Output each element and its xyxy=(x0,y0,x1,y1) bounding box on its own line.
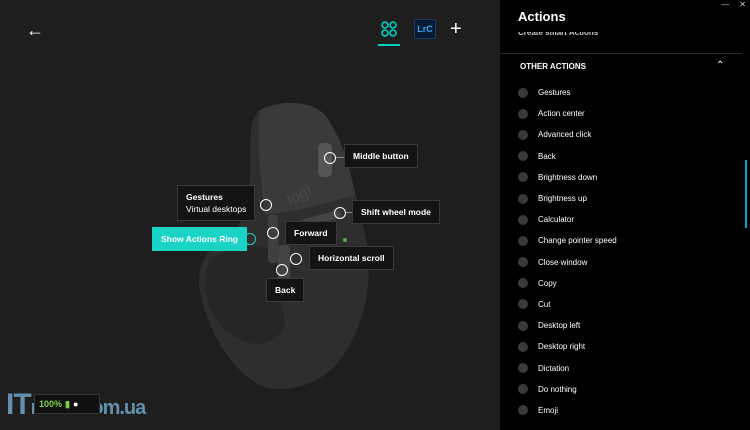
divider xyxy=(500,53,742,54)
back-hotspot[interactable] xyxy=(276,264,288,276)
battery-icon: ▮ xyxy=(65,398,70,409)
action-item[interactable]: Advanced click xyxy=(518,124,738,145)
action-label: Change pointer speed xyxy=(538,236,617,246)
action-label: Cut xyxy=(538,299,551,309)
add-app-icon[interactable]: + xyxy=(450,19,462,39)
radio-dot-icon xyxy=(518,278,528,289)
lightroom-app-button[interactable]: LrC xyxy=(414,19,436,39)
actions-panel: — ✕ Actions Create smart Actions OTHER A… xyxy=(500,0,750,430)
radio-dot-icon xyxy=(518,129,528,140)
close-icon[interactable]: ✕ xyxy=(739,0,746,9)
radio-dot-icon xyxy=(518,384,528,395)
radio-dot-icon xyxy=(518,299,528,310)
radio-dot-icon xyxy=(518,193,528,204)
action-item[interactable]: Cut xyxy=(518,294,738,315)
battery-percent: 100% xyxy=(39,399,63,409)
action-item[interactable]: Desktop right xyxy=(518,336,738,357)
middle-button-label[interactable]: Middle button xyxy=(344,144,418,168)
radio-dot-icon xyxy=(518,320,528,331)
action-label: Advanced click xyxy=(538,130,592,140)
device-canvas: ← LrC + logi Middle button Gestures Virt… xyxy=(0,0,500,430)
connector-line xyxy=(336,157,344,158)
scrollbar[interactable] xyxy=(745,160,747,228)
action-item[interactable]: Action center xyxy=(518,103,738,124)
gestures-hotspot[interactable] xyxy=(260,199,272,211)
minimize-icon[interactable]: — xyxy=(721,0,729,9)
radio-dot-icon xyxy=(518,257,528,268)
action-item[interactable]: Desktop left xyxy=(518,315,738,336)
connection-icon: ● xyxy=(72,399,79,409)
action-item[interactable]: Change pointer speed xyxy=(518,230,738,251)
radio-dot-icon xyxy=(518,235,528,246)
action-label: Emoji xyxy=(538,405,559,415)
action-item[interactable]: Copy xyxy=(518,273,738,294)
action-item[interactable]: Brightness down xyxy=(518,167,738,188)
middle-button-hotspot[interactable] xyxy=(324,152,336,164)
watermark-it: IT xyxy=(6,388,32,421)
gestures-title: Gestures xyxy=(186,192,223,202)
chevron-up-icon[interactable]: ⌃ xyxy=(716,60,724,71)
create-smart-actions-item[interactable]: Create smart Actions xyxy=(518,32,598,38)
action-item[interactable]: Gestures xyxy=(518,82,738,103)
panel-title: Actions xyxy=(518,9,566,24)
shift-wheel-hotspot[interactable] xyxy=(334,207,346,219)
battery-status: 100% ▮ ● xyxy=(34,394,100,414)
action-label: Brightness up xyxy=(538,194,587,204)
action-label: Back xyxy=(538,151,556,161)
radio-dot-icon xyxy=(518,214,528,225)
action-item[interactable]: Calculator xyxy=(518,209,738,230)
action-list: Gestures Action center Advanced click Back B… xyxy=(518,82,738,421)
forward-hotspot[interactable] xyxy=(267,227,279,239)
action-item[interactable]: Emoji xyxy=(518,400,738,421)
action-item[interactable]: Dictation xyxy=(518,357,738,378)
back-label[interactable]: Back xyxy=(266,278,305,302)
radio-dot-icon xyxy=(518,87,528,98)
radio-dot-icon xyxy=(518,172,528,183)
shift-wheel-label[interactable]: Shift wheel mode xyxy=(352,200,440,224)
action-label: Desktop right xyxy=(538,342,586,352)
action-label: Close window xyxy=(538,257,588,267)
radio-dot-icon xyxy=(518,363,528,374)
action-label: Brightness down xyxy=(538,172,598,182)
action-item[interactable]: Brightness up xyxy=(518,188,738,209)
action-label: Dictation xyxy=(538,363,570,373)
action-label: Desktop left xyxy=(538,321,581,331)
horizontal-scroll-label[interactable]: Horizontal scroll xyxy=(309,246,394,270)
top-toolbar: LrC + xyxy=(378,18,462,46)
radio-dot-icon xyxy=(518,151,528,162)
radio-dot-icon xyxy=(518,405,528,416)
section-header: OTHER ACTIONS xyxy=(520,62,586,71)
radio-dot-icon xyxy=(518,341,528,352)
action-item[interactable]: Back xyxy=(518,146,738,167)
gestures-subtitle: Virtual desktops xyxy=(186,204,247,214)
window-controls: — ✕ xyxy=(721,0,746,9)
back-arrow-icon[interactable]: ← xyxy=(26,20,46,40)
action-item[interactable]: Do nothing xyxy=(518,379,738,400)
action-label: Copy xyxy=(538,278,557,288)
action-label: Calculator xyxy=(538,215,575,225)
action-label: Do nothing xyxy=(538,384,577,394)
radio-dot-icon xyxy=(518,108,528,119)
apps-grid-icon[interactable] xyxy=(378,18,400,46)
action-label: Action center xyxy=(538,109,585,119)
forward-label[interactable]: Forward xyxy=(285,221,337,245)
action-label: Gestures xyxy=(538,88,571,98)
thumb-button-hotspot[interactable] xyxy=(244,233,256,245)
show-actions-ring-label[interactable]: Show Actions Ring xyxy=(152,227,248,251)
horizontal-scroll-hotspot[interactable] xyxy=(290,253,302,265)
action-item[interactable]: Close window xyxy=(518,252,738,273)
gestures-label[interactable]: Gestures Virtual desktops xyxy=(177,185,256,221)
